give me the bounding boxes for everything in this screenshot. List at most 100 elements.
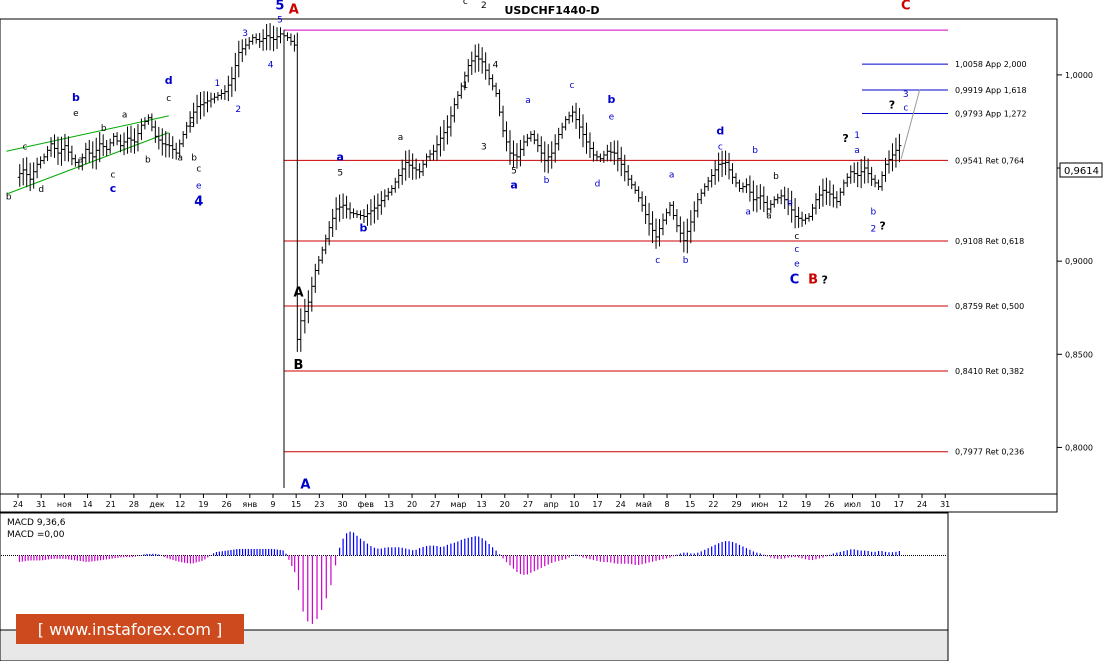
wave-label: a	[510, 179, 517, 192]
date-tick-label: 20	[500, 500, 510, 509]
wave-label: 1	[214, 79, 220, 89]
date-tick-label: 14	[82, 500, 92, 509]
date-tick-label: 15	[291, 500, 301, 509]
price-tick-label: 0,9000	[1065, 257, 1093, 266]
wave-label: B	[294, 358, 304, 373]
date-tick-label: мар	[450, 500, 466, 509]
date-tick-label: июл	[844, 500, 861, 509]
date-tick-label: 29	[731, 500, 741, 509]
current-price-marker: 0,9614	[1059, 162, 1103, 178]
wave-label: 4	[268, 60, 274, 70]
wave-label: a	[854, 146, 860, 156]
wave-label: c	[110, 182, 117, 195]
date-tick-label: 28	[129, 500, 139, 509]
wave-label: ?	[821, 274, 827, 287]
wave-label: b	[773, 172, 779, 182]
wave-label: 5	[511, 167, 517, 177]
wave-label: a	[398, 133, 404, 143]
macd-label-line1: MACD 9,36,6	[7, 518, 66, 528]
wave-label: e	[196, 182, 202, 192]
date-tick-label: 26	[824, 500, 834, 509]
wave-label: A	[300, 477, 310, 492]
wave-label: b	[359, 221, 367, 234]
watermark: [ www.instaforex.com ]	[16, 614, 244, 644]
date-tick-label: 8	[664, 500, 669, 509]
date-tick-label: 15	[685, 500, 695, 509]
wave-label: d	[716, 124, 724, 137]
wave-label: c	[655, 256, 660, 266]
current-price-label: 0,9614	[1064, 166, 1099, 177]
wave-label: 2	[481, 1, 487, 11]
date-tick-label: 23	[314, 500, 324, 509]
date-tick-label: фев	[357, 500, 374, 509]
fib-label: 0,9793 App 1,272	[955, 109, 1027, 118]
wave-label: b	[6, 193, 12, 203]
wave-label: 1	[463, 81, 469, 91]
date-tick-label: 20	[407, 500, 417, 509]
wave-label: b	[870, 208, 876, 218]
wave-label: a	[122, 111, 128, 121]
date-tick-label: 12	[175, 500, 185, 509]
wave-label: b	[189, 120, 195, 130]
wave-label: a	[178, 154, 184, 164]
wave-label: c	[22, 142, 27, 152]
date-tick-label: 9	[270, 500, 275, 509]
wave-label: ?	[889, 98, 895, 111]
wave-label: b	[101, 124, 107, 134]
wave-label: b	[683, 256, 689, 266]
wave-label: a	[336, 151, 343, 164]
wave-label: c	[794, 245, 799, 255]
wave-label: b	[787, 198, 793, 208]
wave-label: c	[463, 0, 468, 7]
date-tick-label: дек	[149, 500, 164, 509]
wave-label: c	[794, 232, 799, 242]
wave-label: e	[794, 260, 800, 270]
date-tick-label: май	[636, 500, 652, 509]
wave-label: 5	[337, 168, 343, 178]
chart-canvas: USDCHF1440-D 1,0058 App 2,000 0,9919 App …	[0, 0, 1103, 661]
wave-label: ?	[842, 132, 848, 145]
price-tick-label: 1,0000	[1065, 71, 1093, 80]
macd-plot-frame	[0, 512, 949, 631]
date-tick-label: ноя	[57, 500, 72, 509]
wave-label: c	[903, 103, 908, 113]
fib-label: 1,0058 App 2,000	[955, 60, 1027, 69]
date-tick-label: 24	[616, 500, 626, 509]
date-tick-label: 12	[778, 500, 788, 509]
wave-label: b	[607, 93, 615, 106]
wave-label: 4	[194, 194, 203, 209]
date-tick-label: 26	[222, 500, 232, 509]
fib-label: 0,7977 Ret 0,236	[955, 448, 1024, 457]
wave-label: c	[111, 170, 116, 180]
wave-label: a	[745, 208, 751, 218]
date-tick-label: июн	[751, 500, 768, 509]
date-tick-label: 27	[430, 500, 440, 509]
wave-label: d	[165, 74, 173, 87]
wave-label: b	[191, 154, 197, 164]
wave-label: e	[609, 113, 615, 123]
fib-label: 0,8759 Ret 0,500	[955, 302, 1024, 311]
fib-label: 0,9108 Ret 0,618	[955, 237, 1024, 246]
wave-label: A	[289, 2, 299, 17]
date-tick-label: 19	[801, 500, 811, 509]
wave-label: a	[78, 155, 84, 165]
date-tick-label: 17	[894, 500, 904, 509]
wave-label: 5	[275, 0, 284, 14]
date-tick-label: 31	[940, 500, 950, 509]
wave-label: a	[525, 96, 531, 106]
wave-label: 3	[481, 142, 487, 152]
wave-label: 2	[235, 105, 241, 115]
date-tick-label: 10	[569, 500, 579, 509]
wave-label: c	[166, 94, 171, 104]
macd-label-line2: MACD =0,00	[7, 530, 65, 540]
wave-label: 1	[854, 131, 860, 141]
date-tick-label: 31	[36, 500, 46, 509]
date-tick-label: 17	[592, 500, 602, 509]
date-tick-label: янв	[242, 500, 257, 509]
date-tick-label: 10	[871, 500, 881, 509]
price-axis: 1,00000,95000,90000,85000,8000	[1057, 71, 1093, 452]
chart-title: USDCHF1440-D	[504, 4, 599, 17]
date-tick-label: апр	[544, 500, 559, 509]
wave-label: C	[901, 0, 911, 14]
fib-label: 0,8410 Ret 0,382	[955, 367, 1024, 376]
